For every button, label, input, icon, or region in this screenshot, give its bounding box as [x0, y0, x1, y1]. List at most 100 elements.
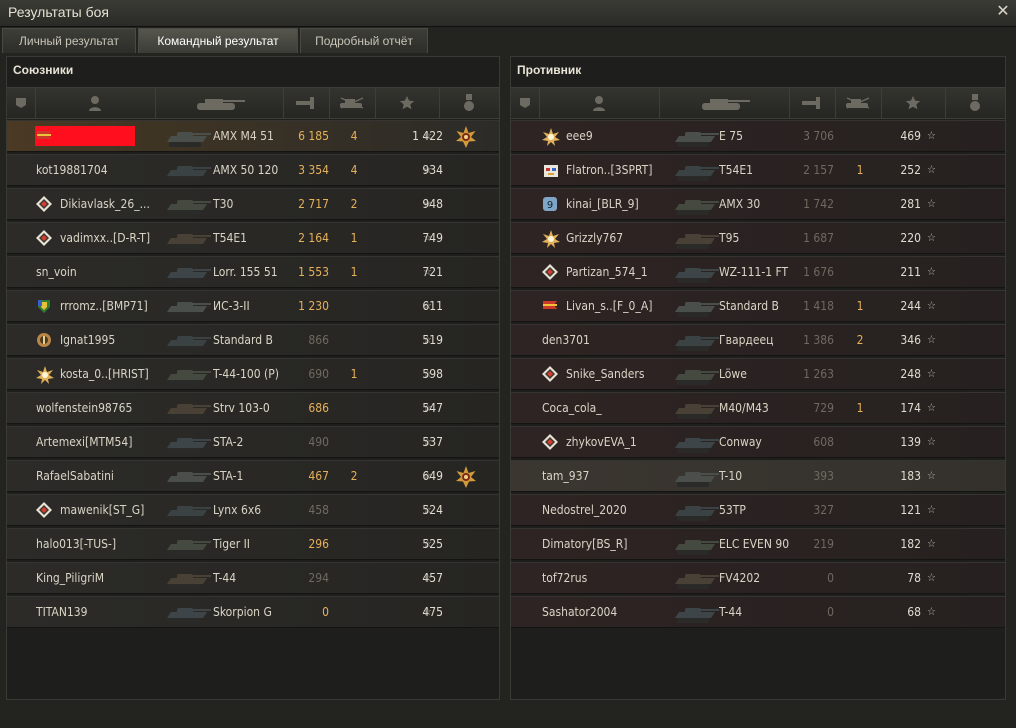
player-name[interactable]: RafaelSabatini — [36, 461, 151, 491]
table-row[interactable]: zhykovEVA_1 Conway 608 139 ☆ — [511, 426, 1005, 458]
allies-panel: Союзники AMX M4 51 6 185 4 1 422 ☆ kot1988170… — [6, 56, 500, 700]
player-name[interactable]: wolfenstein98765 — [36, 393, 151, 423]
xp-star-icon: ☆ — [423, 129, 432, 142]
player-name[interactable]: kot19881704 — [36, 155, 151, 185]
sun-clan-badge-icon — [542, 230, 560, 248]
player-name[interactable]: Nedostrel_2020 — [542, 495, 657, 525]
player-name[interactable]: kinai_[BLR_9] — [566, 189, 681, 219]
table-row[interactable]: Ignat1995 Standard B 866 519 ☆ — [7, 324, 499, 356]
column-header-platoon[interactable] — [511, 88, 540, 118]
column-header-xp-star[interactable] — [375, 88, 440, 118]
player-name[interactable]: eee9 — [566, 121, 681, 151]
table-row[interactable]: Artemexi[MTM54] STA-2 490 537 ☆ — [7, 426, 499, 458]
table-row[interactable]: sn_voin Lorr. 155 51 1 553 1 721 ☆ — [7, 256, 499, 288]
player-name[interactable]: Sashator2004 — [542, 597, 657, 627]
player-name[interactable]: TITAN139 — [36, 597, 151, 627]
player-name[interactable]: Dikiavlask_26_... — [60, 189, 175, 219]
damage-icon — [295, 95, 317, 111]
table-row[interactable]: tof72rus FV4202 0 78 ☆ — [511, 562, 1005, 594]
column-header-tank[interactable] — [659, 88, 790, 118]
table-row[interactable]: mawenik[ST_G] Lynx 6x6 458 524 ☆ — [7, 494, 499, 526]
table-row[interactable]: 9 kinai_[BLR_9] AMX 30 1 742 281 ☆ — [511, 188, 1005, 220]
medal-icon[interactable] — [455, 466, 477, 488]
battle-results-window: Результаты боя ✕ Личный результат Команд… — [0, 0, 1016, 728]
player-name[interactable]: den3701 — [542, 325, 657, 355]
table-row[interactable]: Livan_s..[F_0_A] Standard B1 418 1 244 ☆ — [511, 290, 1005, 322]
player-name[interactable]: halo013[-TUS-] — [36, 529, 151, 559]
player-name[interactable] — [60, 121, 175, 151]
column-header-damage[interactable] — [283, 88, 330, 118]
table-row[interactable]: wolfenstein98765 Strv 103-0 686 547 ☆ — [7, 392, 499, 424]
table-row[interactable]: Dimatory[BS_R] ELC EVEN 90 219 182 ☆ — [511, 528, 1005, 560]
tab-team-result[interactable]: Командный результат — [138, 28, 298, 53]
xp-value: 139 — [900, 435, 921, 449]
column-header-kills[interactable] — [835, 88, 882, 118]
player-name[interactable]: mawenik[ST_G] — [60, 495, 175, 525]
table-row[interactable]: TITAN139 Skorpion G 0 475 ☆ — [7, 596, 499, 628]
column-header-medal[interactable] — [945, 88, 1006, 118]
column-header-damage[interactable] — [789, 88, 836, 118]
tab-detailed-report[interactable]: Подробный отчёт — [300, 28, 428, 53]
player-name[interactable]: King_PiligriM — [36, 563, 151, 593]
xp-star-icon: ☆ — [927, 469, 936, 482]
column-header-tank[interactable] — [155, 88, 284, 118]
table-row[interactable]: kosta_0..[HRIST] T-44-100 (P) 690 1 598 ☆ — [7, 358, 499, 390]
column-header-player[interactable] — [35, 88, 156, 118]
player-name[interactable]: rrromz..[BMP71] — [60, 291, 175, 321]
player-name[interactable]: Livan_s..[F_0_A] — [566, 291, 681, 321]
damage-value: 490 — [308, 435, 329, 449]
table-row[interactable]: RafaelSabatini STA-1 467 2 649 ☆ — [7, 460, 499, 492]
table-row[interactable]: vadimxx..[D-R-T] T54E1 2 164 1 749 ☆ — [7, 222, 499, 254]
player-name[interactable]: zhykovEVA_1 — [566, 427, 681, 457]
xp-value: 68 — [907, 605, 921, 619]
xp-value: 469 — [900, 129, 921, 143]
table-row[interactable]: kot19881704 AMX 50 120 3 354 4 934 ☆ — [7, 154, 499, 186]
player-name[interactable]: sn_voin — [36, 257, 151, 287]
column-header-platoon[interactable] — [7, 88, 36, 118]
tank-icon — [671, 156, 721, 184]
tank-icon — [671, 564, 721, 592]
column-header-kills[interactable] — [329, 88, 376, 118]
table-row[interactable]: Flatron..[3SPRT] T54E1 2 157 1 252 ☆ — [511, 154, 1005, 186]
player-name[interactable]: Ignat1995 — [60, 325, 175, 355]
table-row[interactable]: AMX M4 51 6 185 4 1 422 ☆ — [7, 120, 499, 152]
player-name[interactable]: Grizzly767 — [566, 223, 681, 253]
player-name[interactable]: Partizan_574_1 — [566, 257, 681, 287]
player-name[interactable]: Flatron..[3SPRT] — [566, 155, 681, 185]
table-row[interactable]: rrromz..[BMP71] ИС-3-II 1 230 611 ☆ — [7, 290, 499, 322]
medal-icon[interactable] — [455, 126, 477, 148]
table-row[interactable]: Grizzly767 T95 1 687 220 ☆ — [511, 222, 1005, 254]
column-header-player[interactable] — [539, 88, 660, 118]
column-header-xp-star[interactable] — [881, 88, 946, 118]
kills-icon — [337, 96, 367, 110]
player-name[interactable]: Snike_Sanders — [566, 359, 681, 389]
column-header-medal[interactable] — [439, 88, 500, 118]
table-row[interactable]: Sashator2004 T-44 0 68 ☆ — [511, 596, 1005, 628]
xp-star-icon: ☆ — [927, 503, 936, 516]
table-row[interactable]: Nedostrel_2020 53TP 327 121 ☆ — [511, 494, 1005, 526]
table-row[interactable]: Coca_cola_ M40/M43 729 1 174 ☆ — [511, 392, 1005, 424]
table-row[interactable]: eee9 E 75 3 706 469 ☆ — [511, 120, 1005, 152]
player-name[interactable]: tof72rus — [542, 563, 657, 593]
table-row[interactable]: halo013[-TUS-] Tiger II 296 525 ☆ — [7, 528, 499, 560]
player-name[interactable]: tam_937 — [542, 461, 657, 491]
player-name[interactable]: Artemexi[MTM54] — [36, 427, 151, 457]
tank-icon — [163, 598, 213, 626]
shield-clan-badge-icon — [36, 298, 52, 314]
xp-star-icon: ☆ — [927, 537, 936, 550]
table-row[interactable]: Partizan_574_1 WZ-111-1 FT 1 676 211 ☆ — [511, 256, 1005, 288]
player-name[interactable]: Dimatory[BS_R] — [542, 529, 657, 559]
table-row[interactable]: King_PiligriM T-44 294 457 ☆ — [7, 562, 499, 594]
tab-personal-result[interactable]: Личный результат — [2, 28, 136, 53]
player-name[interactable]: Coca_cola_ — [542, 393, 657, 423]
damage-value: 0 — [827, 571, 834, 585]
close-icon[interactable]: ✕ — [994, 2, 1012, 20]
kills-value — [850, 189, 870, 219]
table-row[interactable]: tam_937 T-10 393 183 ☆ — [511, 460, 1005, 492]
table-row[interactable]: den3701 Гвардеец 1 386 2 346 ☆ — [511, 324, 1005, 356]
table-row[interactable]: Snike_Sanders Löwe 1 263 248 ☆ — [511, 358, 1005, 390]
table-row[interactable]: Dikiavlask_26_... T30 2 717 2 948 ☆ — [7, 188, 499, 220]
xp-star-icon: ☆ — [927, 605, 936, 618]
player-name[interactable]: vadimxx..[D-R-T] — [60, 223, 175, 253]
player-name[interactable]: kosta_0..[HRIST] — [60, 359, 175, 389]
